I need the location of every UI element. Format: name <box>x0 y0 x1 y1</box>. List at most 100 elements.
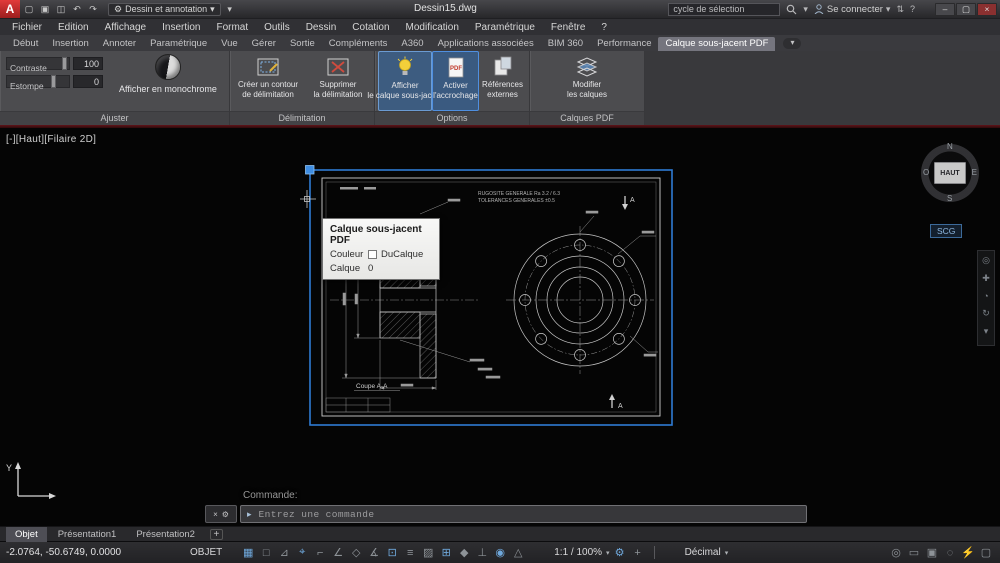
viewcube-north[interactable]: N <box>947 142 953 151</box>
autoscale-icon[interactable]: △ <box>510 546 526 559</box>
exchange-apps-icon[interactable]: ⇅ <box>896 4 904 15</box>
remove-clip-button[interactable]: Supprimer la délimitation <box>304 51 372 111</box>
contrast-slider[interactable]: Contraste <box>6 57 70 73</box>
maximize-button[interactable]: ▢ <box>956 2 976 16</box>
open-file-icon[interactable]: ▣ <box>38 4 52 15</box>
redo-icon[interactable]: ↷ <box>86 4 100 15</box>
menu-cotation[interactable]: Cotation <box>344 22 397 33</box>
object-snap-tracking-icon[interactable]: ∡ <box>366 546 382 559</box>
polar-tracking-icon[interactable]: ∠ <box>330 546 346 559</box>
3d-object-snap-icon[interactable]: ◆ <box>456 546 472 559</box>
external-references-button[interactable]: Références externes <box>479 51 526 111</box>
tab-calque-sous-jacent-pdf[interactable]: Calque sous-jacent PDF <box>658 37 776 51</box>
grid-icon[interactable]: ▦ <box>240 546 256 559</box>
add-annotation-scales-icon[interactable]: + <box>630 547 646 559</box>
app-logo-icon[interactable]: A <box>0 0 20 18</box>
viewcube-top-face[interactable]: HAUT <box>934 162 966 184</box>
undo-icon[interactable]: ↶ <box>70 4 84 15</box>
isometric-drafting-icon[interactable]: ◇ <box>348 546 364 559</box>
enable-snap-button[interactable]: PDF Activer l'accrochage <box>432 51 480 111</box>
search-input[interactable]: cycle de sélection <box>668 2 781 16</box>
viewcube-south[interactable]: S <box>947 194 952 203</box>
search-caret-icon[interactable]: ▾ <box>803 4 808 15</box>
menu-aide[interactable]: ? <box>593 22 615 33</box>
lock-ui-icon[interactable]: ▣ <box>924 546 940 559</box>
panel-label-options[interactable]: Options <box>375 111 529 125</box>
fade-value[interactable]: 0 <box>73 75 103 88</box>
search-icon[interactable] <box>786 4 797 15</box>
menu-format[interactable]: Format <box>208 22 256 33</box>
tab-annoter[interactable]: Annoter <box>96 37 143 51</box>
close-button[interactable]: × <box>977 2 997 16</box>
object-snap-icon[interactable]: ⊡ <box>384 546 400 559</box>
menu-parametrique[interactable]: Paramétrique <box>467 22 543 33</box>
tab-vue[interactable]: Vue <box>214 37 245 51</box>
tab-complements[interactable]: Compléments <box>322 37 395 51</box>
graphics-performance-icon[interactable]: ⚡ <box>960 546 976 559</box>
menu-dessin[interactable]: Dessin <box>298 22 345 33</box>
annotation-scale-settings-icon[interactable]: ⚙ <box>612 546 628 559</box>
annotation-scale-button[interactable]: 1:1 / 100% ▾ <box>554 547 609 558</box>
minimize-button[interactable]: – <box>935 2 955 16</box>
show-underlay-button[interactable]: Afficher le calque sous-jacent <box>367 51 443 111</box>
panel-label-delimitation[interactable]: Délimitation <box>230 111 374 125</box>
coordinates-readout[interactable]: -2.0764, -50.6749, 0.0000 <box>6 547 154 558</box>
units-button[interactable]: Décimal ▾ <box>685 547 729 558</box>
ribbon-collapse-button[interactable]: ▾ <box>783 37 802 49</box>
fade-slider-handle[interactable] <box>51 75 56 88</box>
tab-applications-associees[interactable]: Applications associées <box>431 37 541 51</box>
menu-edition[interactable]: Edition <box>50 22 97 33</box>
dynamic-input-icon[interactable]: ⌖ <box>294 546 310 559</box>
menu-modification[interactable]: Modification <box>398 22 467 33</box>
quick-access-customize-icon[interactable]: ▾ <box>223 4 237 15</box>
menu-fenetre[interactable]: Fenêtre <box>543 22 593 33</box>
ortho-icon[interactable]: ⌐ <box>312 547 328 559</box>
pdf-underlay-drawing[interactable]: RUGOSITE GENERALE Ra 3.2 / 6.3 TOLERANCE… <box>300 158 685 428</box>
layout-tab-objet[interactable]: Objet <box>6 526 47 542</box>
panel-label-ajuster[interactable]: Ajuster <box>0 111 229 125</box>
new-file-icon[interactable]: ▢ <box>22 4 36 15</box>
tab-gerer[interactable]: Gérer <box>245 37 283 51</box>
help-icon[interactable]: ? <box>910 4 915 14</box>
command-input[interactable]: ▸ Entrez une commande <box>240 505 807 523</box>
sign-in-button[interactable]: Se connecter ▾ <box>814 4 890 15</box>
workspace-switcher[interactable]: ⚙ Dessin et annotation ▾ <box>108 2 221 16</box>
contrast-slider-handle[interactable] <box>62 57 67 70</box>
create-clip-boundary-button[interactable]: Créer un contour de délimitation <box>232 51 304 111</box>
lineweight-icon[interactable]: ≡ <box>402 547 418 559</box>
pan-icon[interactable]: ✚ <box>982 273 990 284</box>
layout-tab-presentation2[interactable]: Présentation2 <box>127 527 204 542</box>
navigation-bar[interactable]: ◎ ✚ ◔ ↻ ▾ <box>977 250 995 346</box>
annotation-visibility-icon[interactable]: ◉ <box>492 546 508 559</box>
tab-debut[interactable]: Début <box>6 37 45 51</box>
tab-a360[interactable]: A360 <box>394 37 430 51</box>
infer-constraints-icon[interactable]: ⊿ <box>276 546 292 559</box>
model-space-button[interactable]: OBJET <box>190 547 222 558</box>
edit-layers-button[interactable]: Modifier les calques <box>552 51 622 111</box>
monochrome-button[interactable]: Afficher en monochrome <box>108 51 228 111</box>
new-layout-button[interactable]: + <box>209 528 223 540</box>
tab-insertion[interactable]: Insertion <box>45 37 95 51</box>
transparency-icon[interactable]: ▨ <box>420 546 436 559</box>
command-close-icon[interactable]: × <box>213 510 218 519</box>
isolate-objects-icon[interactable]: ◌ <box>942 547 958 559</box>
tab-sortie[interactable]: Sortie <box>283 37 322 51</box>
viewcube-west[interactable]: O <box>923 168 929 177</box>
steering-wheel-icon[interactable]: ◎ <box>982 255 990 266</box>
tab-performance[interactable]: Performance <box>590 37 658 51</box>
save-icon[interactable]: ◫ <box>54 4 68 15</box>
menu-fichier[interactable]: Fichier <box>4 22 50 33</box>
viewcube-east[interactable]: E <box>972 168 977 177</box>
clean-screen-icon[interactable]: ▢ <box>978 546 994 559</box>
fade-slider[interactable]: Estompe <box>6 75 70 91</box>
zoom-icon[interactable]: ◔ <box>983 291 988 301</box>
layout-tab-presentation1[interactable]: Présentation1 <box>49 527 126 542</box>
viewcube[interactable]: N O E S HAUT <box>921 142 979 203</box>
panel-label-calques-pdf[interactable]: Calques PDF <box>530 111 644 125</box>
annotation-monitor-icon[interactable]: ◎ <box>888 546 904 559</box>
selection-grip[interactable] <box>305 165 315 175</box>
menu-affichage[interactable]: Affichage <box>97 22 155 33</box>
selection-cycling-icon[interactable]: ⊞ <box>438 546 454 559</box>
tab-parametrique[interactable]: Paramétrique <box>143 37 214 51</box>
tab-bim-360[interactable]: BIM 360 <box>541 37 590 51</box>
